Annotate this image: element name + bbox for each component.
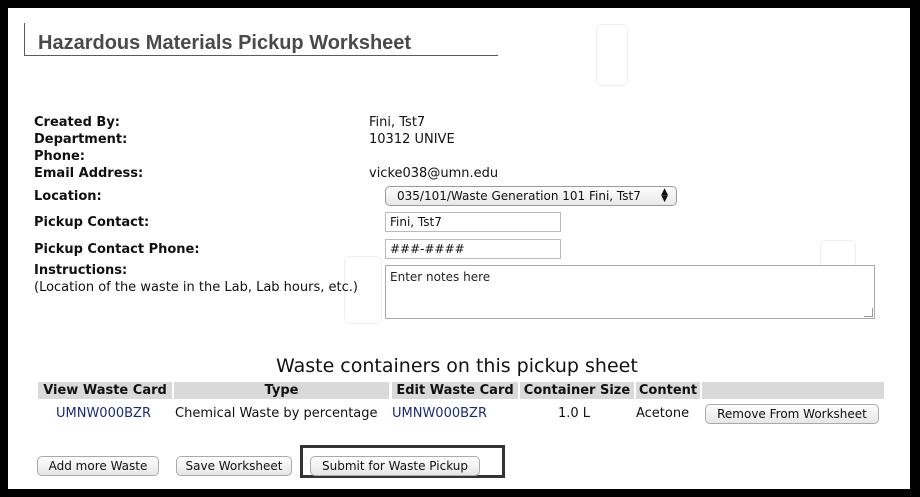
- location-selected-value: 035/101/Waste Generation 101 Fini, Tst7: [397, 189, 641, 203]
- content-value: Acetone: [636, 406, 690, 421]
- location-label: Location:: [34, 189, 102, 204]
- container-size: 1.0 L: [558, 406, 591, 421]
- instructions-label: Instructions:: [34, 263, 128, 278]
- created-by-value: Fini, Tst7: [369, 115, 426, 130]
- pickup-contact-label: Pickup Contact:: [34, 215, 150, 230]
- flask-watermark-icon: [596, 24, 628, 86]
- table-title: Waste containers on this pickup sheet: [276, 355, 638, 377]
- view-waste-card-link[interactable]: UMNW000BZR: [56, 406, 151, 421]
- department-label: Department:: [34, 132, 128, 147]
- created-by-label: Created By:: [34, 115, 120, 130]
- department-value: 10312 UNIVE: [369, 132, 455, 147]
- waste-type: Chemical Waste by percentage: [175, 406, 378, 421]
- header-actions: [702, 382, 884, 399]
- email-label: Email Address:: [34, 166, 144, 181]
- submit-for-waste-pickup-button[interactable]: Submit for Waste Pickup: [310, 456, 480, 476]
- worksheet-page: Hazardous Materials Pickup Worksheet Cre…: [8, 8, 910, 489]
- instructions-placeholder: Enter notes here: [390, 270, 491, 284]
- instructions-textarea[interactable]: Enter notes here: [385, 265, 875, 319]
- pickup-contact-input-value: Fini, Tst7: [390, 215, 442, 229]
- title-rule-left: [24, 23, 25, 56]
- add-more-waste-button[interactable]: Add more Waste: [37, 456, 159, 476]
- instructions-hint: (Location of the waste in the Lab, Lab h…: [34, 280, 358, 295]
- select-arrows-icon: ▲ ▼: [661, 187, 668, 204]
- title-underline: [24, 55, 498, 56]
- header-type: Type: [174, 382, 389, 399]
- edit-waste-card-link[interactable]: UMNW000BZR: [392, 406, 487, 421]
- header-container-size: Container Size: [520, 382, 634, 399]
- remove-from-worksheet-button[interactable]: Remove From Worksheet: [705, 404, 879, 424]
- location-select[interactable]: 035/101/Waste Generation 101 Fini, Tst7 …: [385, 186, 677, 206]
- phone-label: Phone:: [34, 149, 85, 164]
- resize-grip-icon[interactable]: [864, 308, 873, 317]
- pickup-phone-input[interactable]: ###-####: [385, 239, 561, 259]
- page-title: Hazardous Materials Pickup Worksheet: [38, 32, 412, 54]
- pickup-phone-label: Pickup Contact Phone:: [34, 242, 200, 257]
- pickup-contact-input[interactable]: Fini, Tst7: [385, 212, 561, 232]
- header-view-waste-card: View Waste Card: [38, 382, 172, 399]
- pickup-phone-input-value: ###-####: [390, 242, 465, 256]
- email-value: vicke038@umn.edu: [369, 166, 499, 181]
- save-worksheet-button[interactable]: Save Worksheet: [176, 456, 292, 476]
- header-edit-waste-card: Edit Waste Card: [392, 382, 518, 399]
- header-content: Content: [636, 382, 700, 399]
